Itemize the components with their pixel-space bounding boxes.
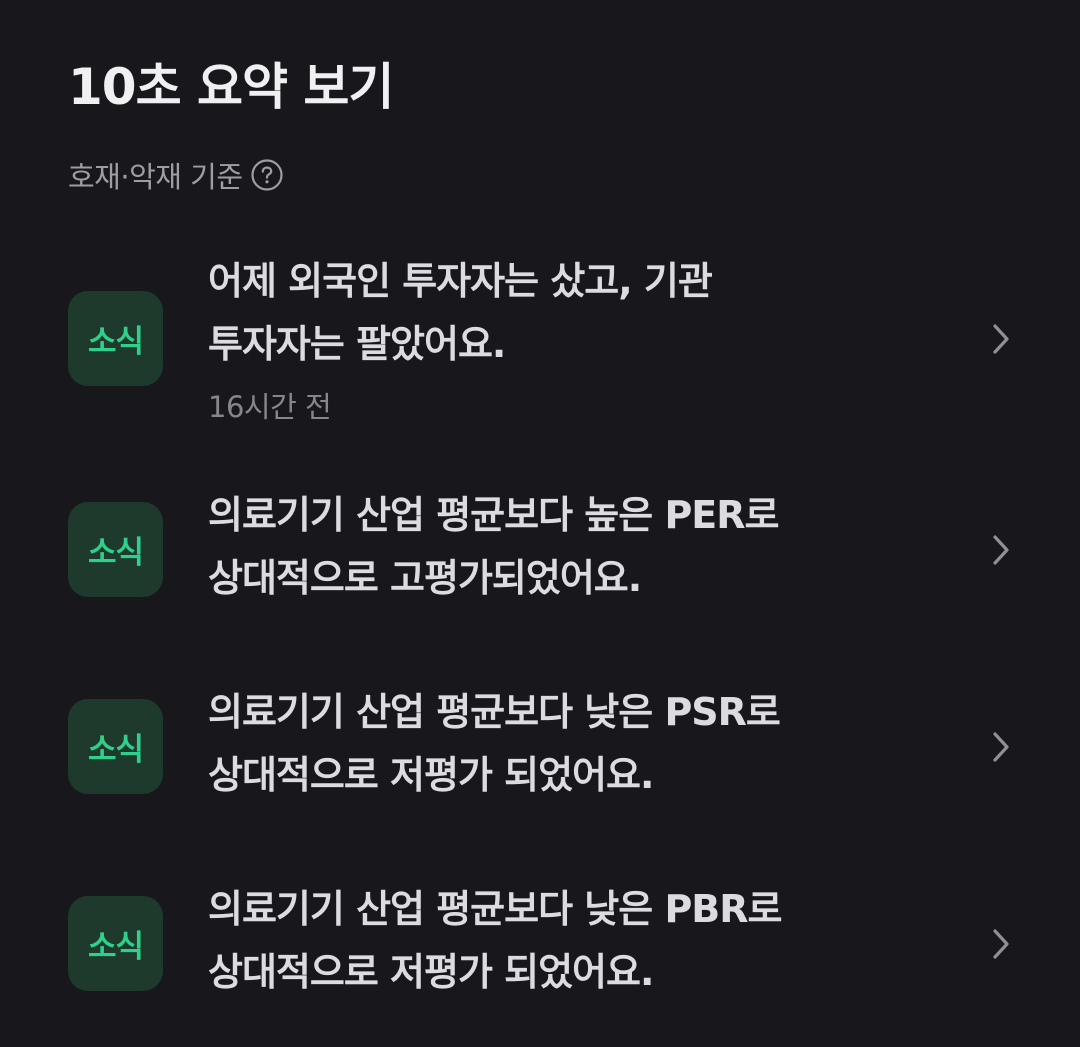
news-headline-line: 의료기기 산업 평균보다 낮은 PBR로 xyxy=(208,887,782,931)
news-headline-line: 상대적으로 저평가 되었어요. xyxy=(208,753,654,797)
chevron-right-icon xyxy=(993,324,1009,354)
news-badge: 소식 xyxy=(68,291,163,386)
news-headline-line: 어제 외국인 투자자는 샀고, 기관 xyxy=(208,259,713,303)
chevron-right-icon xyxy=(993,535,1009,565)
news-headline: 의료기기 산업 평균보다 높은 PER로 상대적으로 고평가되었어요. xyxy=(208,484,928,610)
news-badge: 소식 xyxy=(68,699,163,794)
chevron-right-icon xyxy=(993,732,1009,762)
news-item[interactable]: 소식 의료기기 산업 평균보다 높은 PER로 상대적으로 고평가되었어요. xyxy=(0,460,1080,630)
news-headline-line: 의료기기 산업 평균보다 낮은 PSR로 xyxy=(208,690,781,734)
news-item[interactable]: 소식 어제 외국인 투자자는 샀고, 기관 투자자는 팔았어요. 16시간 전 xyxy=(0,240,1080,424)
news-badge: 소식 xyxy=(68,896,163,991)
news-headline: 의료기기 산업 평균보다 낮은 PSR로 상대적으로 저평가 되었어요. xyxy=(208,681,928,807)
criteria-help-link[interactable]: 호재·악재 기준 xyxy=(68,154,283,196)
chevron-right-icon xyxy=(993,929,1009,959)
page-title: 10초 요약 보기 xyxy=(68,58,394,116)
news-item[interactable]: 소식 의료기기 산업 평균보다 낮은 PSR로 상대적으로 저평가 되었어요. xyxy=(0,660,1080,830)
news-headline: 의료기기 산업 평균보다 낮은 PBR로 상대적으로 저평가 되었어요. xyxy=(208,878,928,1004)
news-item[interactable]: 소식 의료기기 산업 평균보다 낮은 PBR로 상대적으로 저평가 되었어요. xyxy=(0,856,1080,1026)
news-time: 16시간 전 xyxy=(208,390,332,424)
criteria-label: 호재·악재 기준 xyxy=(68,160,243,194)
news-headline-line: 상대적으로 저평가 되었어요. xyxy=(208,950,654,994)
news-headline-line: 상대적으로 고평가되었어요. xyxy=(208,556,642,600)
news-headline-line: 의료기기 산업 평균보다 높은 PER로 xyxy=(208,493,779,537)
news-badge: 소식 xyxy=(68,502,163,597)
news-headline-line: 투자자는 팔았어요. xyxy=(208,322,506,366)
news-headline: 어제 외국인 투자자는 샀고, 기관 투자자는 팔았어요. xyxy=(208,250,928,376)
help-circle-icon[interactable] xyxy=(250,159,283,191)
